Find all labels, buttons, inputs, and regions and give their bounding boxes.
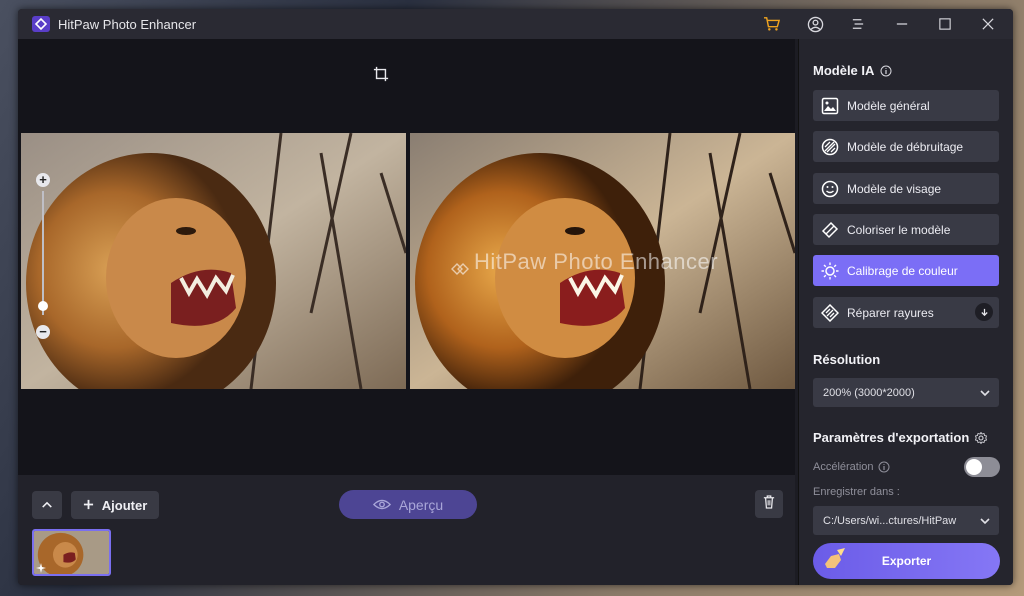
model-face-button[interactable]: Modèle de visage xyxy=(813,173,999,204)
denoise-icon xyxy=(821,138,839,156)
plus-icon xyxy=(83,498,94,513)
face-icon xyxy=(821,180,839,198)
crop-icon[interactable] xyxy=(373,66,391,84)
account-icon[interactable] xyxy=(803,13,827,35)
watermark-text: HitPaw Photo Enhancer xyxy=(474,249,719,274)
toggle-knob xyxy=(966,459,982,475)
acceleration-label: Accélération xyxy=(813,461,890,473)
image-icon xyxy=(821,97,839,115)
settings-panel: Modèle IA Modèle général Modèle de débru… xyxy=(798,39,1013,585)
acceleration-toggle[interactable] xyxy=(964,457,1000,477)
model-repair-scratches-button[interactable]: Réparer rayures xyxy=(813,297,999,328)
zoom-out-button[interactable]: − xyxy=(36,325,50,339)
save-path-select[interactable]: C:/Users/wi...ctures/HitPaw xyxy=(813,506,999,535)
sun-icon xyxy=(821,262,839,280)
collapse-button[interactable] xyxy=(32,491,62,519)
model-colorize-button[interactable]: Coloriser le modèle xyxy=(813,214,999,245)
colorize-icon xyxy=(821,221,839,239)
model-label: Réparer rayures xyxy=(847,305,934,320)
watermark-logo-icon xyxy=(450,256,470,276)
model-denoise-button[interactable]: Modèle de débruitage xyxy=(813,131,999,162)
info-icon[interactable] xyxy=(878,461,890,473)
repair-icon xyxy=(820,303,840,322)
add-button-label: Ajouter xyxy=(101,497,148,513)
chevron-down-icon xyxy=(979,515,991,527)
model-label: Modèle de visage xyxy=(847,181,942,196)
menu-icon[interactable] xyxy=(846,13,870,35)
enhance-badge-icon xyxy=(36,563,46,573)
close-icon[interactable] xyxy=(976,13,1000,35)
image-thumbnail[interactable] xyxy=(32,529,111,576)
export-button-label: Exporter xyxy=(881,554,932,568)
bottom-toolbar: Ajouter Aperçu xyxy=(18,475,795,585)
acceleration-text: Accélération xyxy=(813,461,874,473)
delete-button[interactable] xyxy=(755,490,783,518)
resolution-section-title: Résolution xyxy=(813,352,881,367)
resolution-value: 200% (3000*2000) xyxy=(823,386,915,399)
model-color-calibration-button[interactable]: Calibrage de couleur xyxy=(813,255,999,286)
model-general-button[interactable]: Modèle général xyxy=(813,90,999,121)
settings-gear-icon[interactable] xyxy=(975,431,988,444)
download-icon[interactable] xyxy=(975,303,993,321)
trash-icon xyxy=(763,494,775,514)
app-title: HitPaw Photo Enhancer xyxy=(58,17,197,32)
export-hand-icon xyxy=(819,546,849,576)
resolution-select[interactable]: 200% (3000*2000) xyxy=(813,378,999,407)
model-label: Modèle de débruitage xyxy=(847,139,964,154)
preview-button-label: Aperçu xyxy=(398,496,444,513)
app-window: HitPaw Photo Enhancer HitPaw Photo Enhan… xyxy=(18,9,1013,585)
chevron-up-icon xyxy=(41,496,53,514)
cart-icon[interactable] xyxy=(760,13,784,35)
info-icon[interactable] xyxy=(880,65,892,77)
image-canvas: HitPaw Photo Enhancer + − xyxy=(18,39,795,475)
preview-button[interactable]: Aperçu xyxy=(339,490,477,519)
save-in-label: Enregistrer dans : xyxy=(813,486,900,498)
original-image xyxy=(21,133,406,389)
minimize-icon[interactable] xyxy=(890,13,914,35)
title-bar: HitPaw Photo Enhancer xyxy=(18,9,1013,39)
eye-icon xyxy=(372,497,391,513)
model-label: Modèle général xyxy=(847,98,930,113)
model-title-text: Modèle IA xyxy=(813,63,875,78)
model-label: Calibrage de couleur xyxy=(847,263,958,278)
watermark: HitPaw Photo Enhancer xyxy=(450,249,719,276)
add-button[interactable]: Ajouter xyxy=(71,491,159,519)
model-label: Coloriser le modèle xyxy=(847,222,951,237)
export-settings-text: Paramètres d'exportation xyxy=(813,430,970,445)
zoom-slider-handle[interactable] xyxy=(38,301,48,311)
zoom-in-button[interactable]: + xyxy=(36,173,50,187)
save-path-value: C:/Users/wi...ctures/HitPaw xyxy=(823,514,957,527)
zoom-slider-track[interactable] xyxy=(42,191,44,315)
export-button[interactable]: Exporter xyxy=(813,543,1000,579)
maximize-icon[interactable] xyxy=(933,13,957,35)
model-section-title: Modèle IA xyxy=(813,63,892,78)
hitpaw-logo-icon xyxy=(32,16,50,32)
zoom-control: + − xyxy=(36,173,50,339)
chevron-down-icon xyxy=(979,387,991,399)
export-settings-title: Paramètres d'exportation xyxy=(813,430,988,445)
